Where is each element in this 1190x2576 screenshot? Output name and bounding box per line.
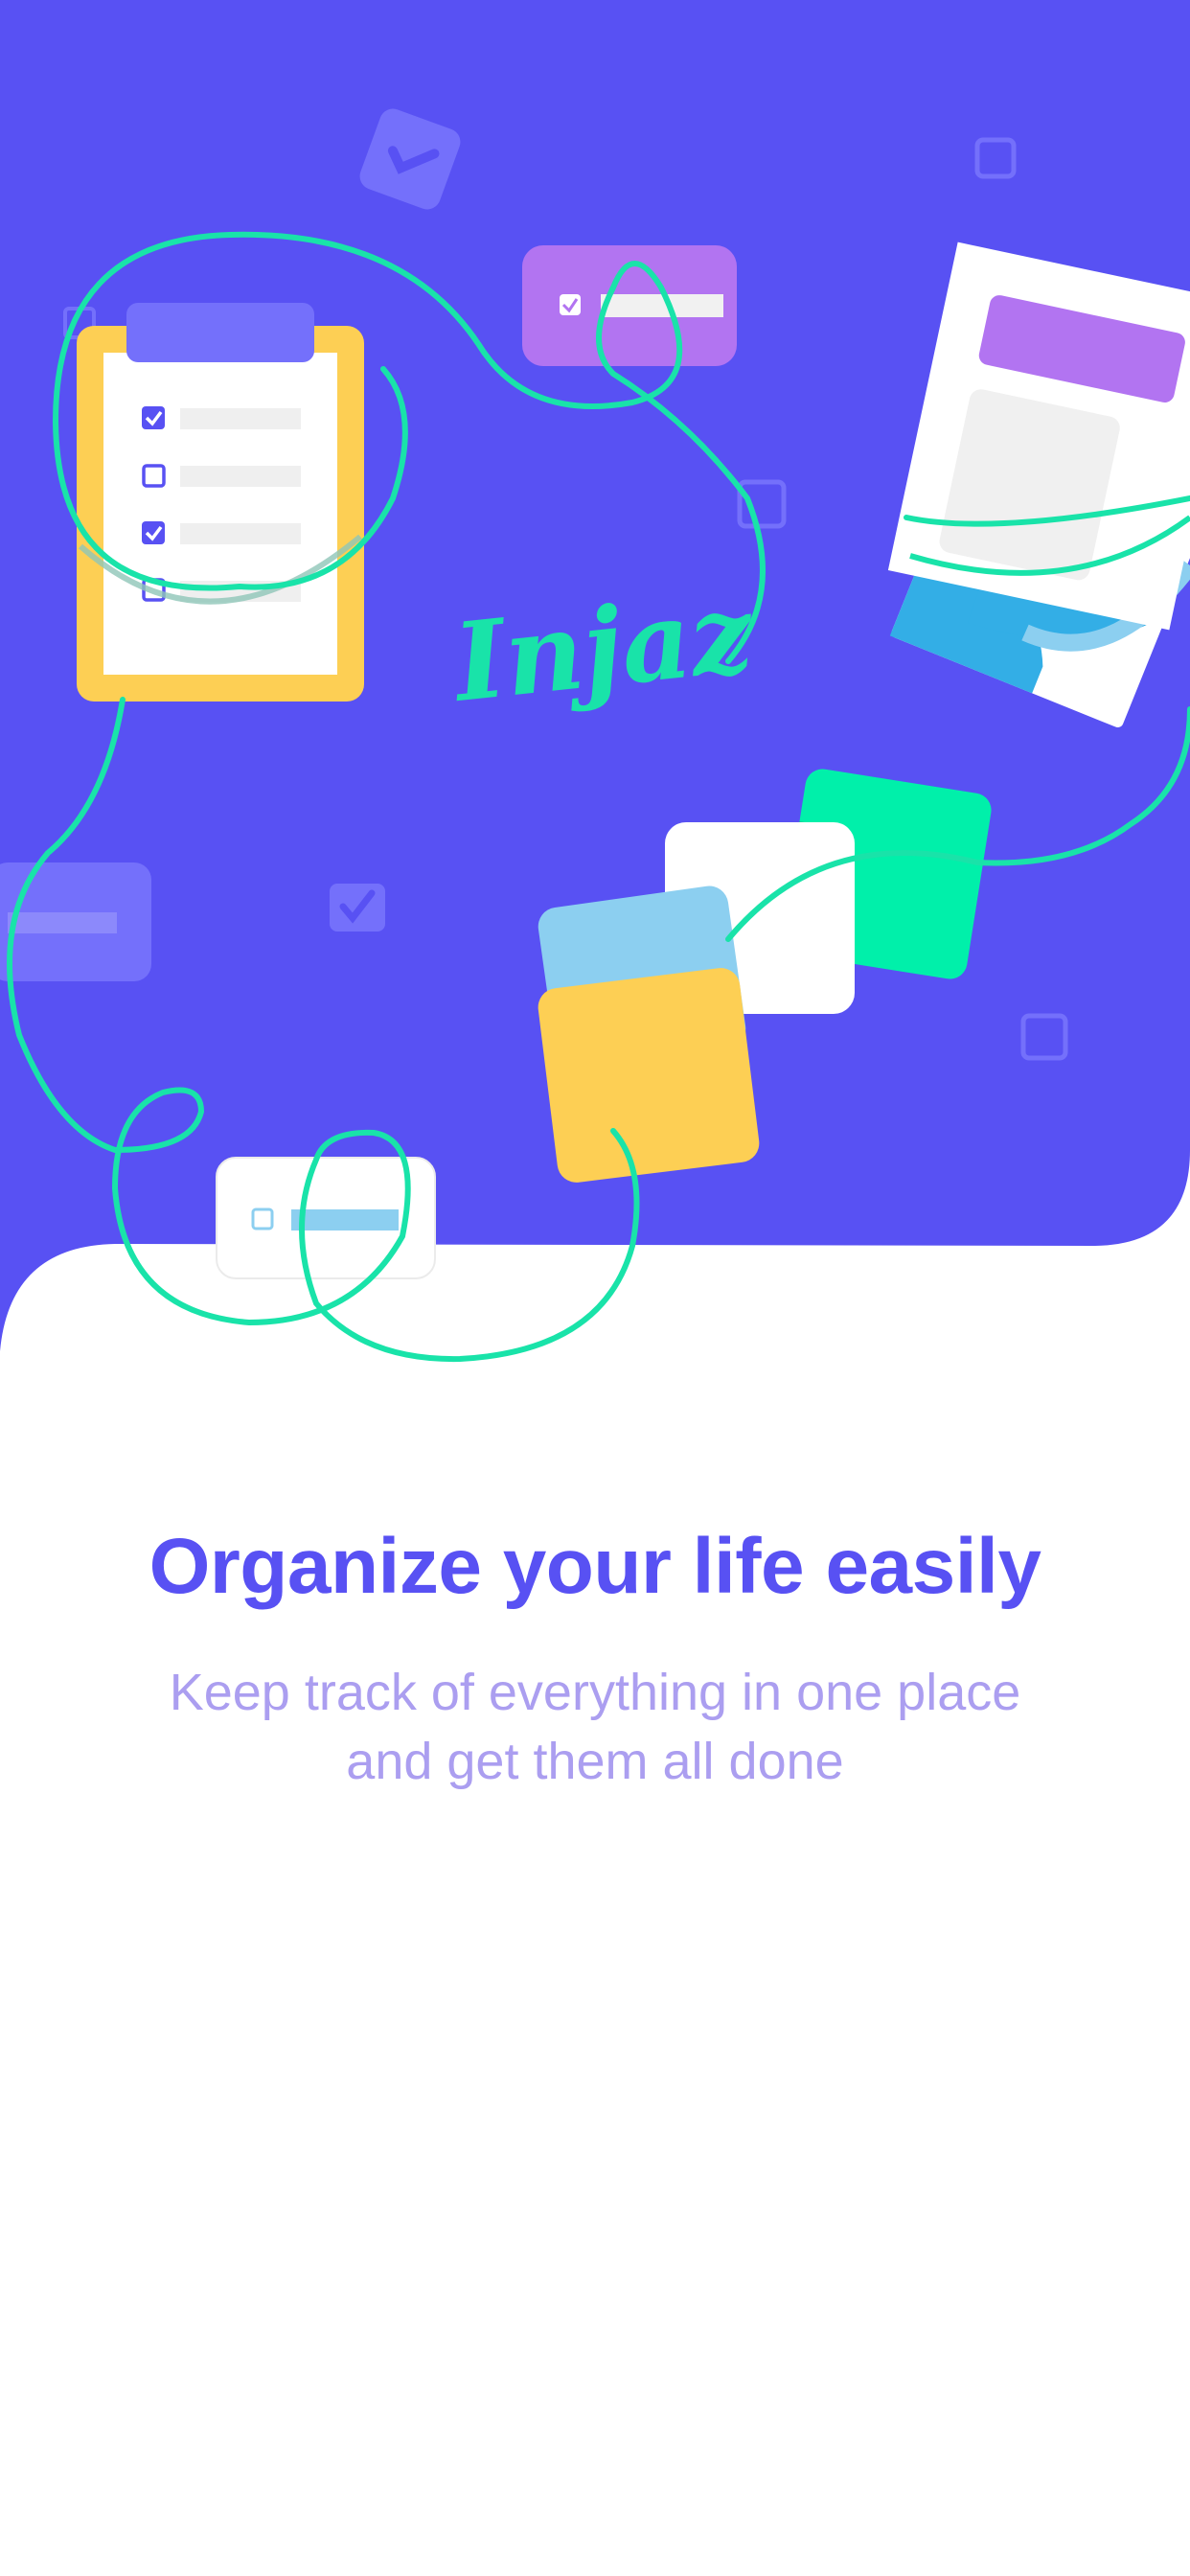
onboarding-headline: Organize your life easily: [149, 1523, 1041, 1610]
subtitle-line-1: Keep track of everything in one place: [169, 1664, 1021, 1721]
clipboard-checkbox-checked-icon: [142, 521, 165, 544]
onboarding-subtitle: Keep track of everything in one place an…: [134, 1658, 1056, 1796]
subtitle-line-2: and get them all done: [346, 1733, 844, 1790]
white-task-card: [216, 1157, 436, 1279]
decorative-faded-card: [0, 862, 151, 981]
clipboard-checkbox-checked-icon: [142, 406, 165, 429]
clipboard-illustration: [77, 303, 364, 702]
decorative-check-tile-small: [330, 884, 385, 932]
onboarding-illustration: Injaz: [0, 0, 1190, 1363]
